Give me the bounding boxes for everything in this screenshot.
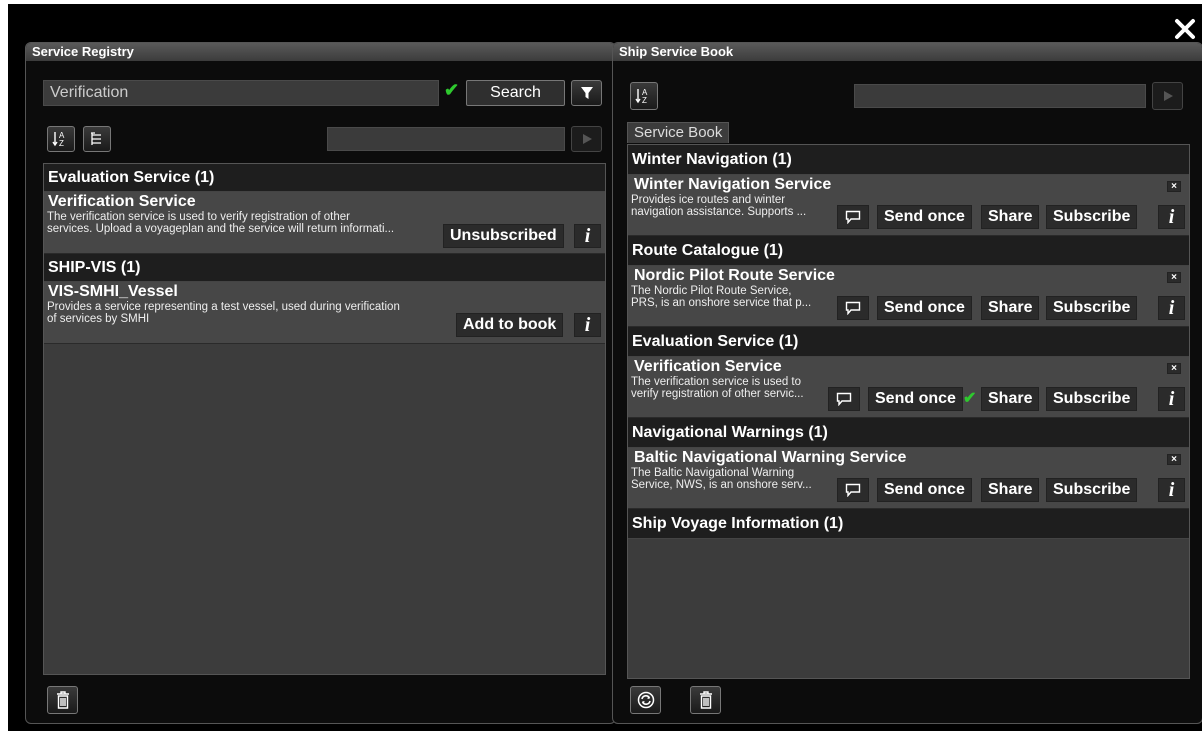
service-description-line: Provides a service representing a test v… [47, 301, 400, 313]
send-once-button[interactable]: Send once [868, 387, 963, 411]
share-button[interactable]: Share [981, 387, 1040, 411]
play-icon[interactable] [571, 126, 602, 152]
send-once-button[interactable]: Send once [877, 205, 972, 229]
info-icon[interactable]: i [574, 224, 601, 248]
group-header: SHIP-VIS (1) [44, 254, 605, 282]
search-input[interactable]: Verification [43, 80, 439, 106]
info-icon[interactable]: i [1158, 205, 1185, 229]
subscribe-button[interactable]: Subscribe [1046, 478, 1138, 502]
svg-text:Z: Z [59, 139, 64, 148]
service-title: Winter Navigation Service [634, 176, 832, 193]
tree-view-icon[interactable] [83, 126, 111, 152]
chat-bubble-icon[interactable] [828, 387, 860, 411]
filter-icon[interactable] [571, 80, 602, 106]
subscribe-button[interactable]: Subscribe [1046, 387, 1138, 411]
service-item[interactable]: Verification Service The verification se… [44, 192, 605, 254]
service-item[interactable]: Winter Navigation Service × Provides ice… [628, 175, 1189, 236]
remove-service-icon[interactable]: × [1167, 454, 1181, 465]
service-item[interactable]: Baltic Navigational Warning Service × Th… [628, 448, 1189, 509]
unsubscribed-button[interactable]: Unsubscribed [443, 224, 564, 248]
panel-title: Ship Service Book [613, 43, 1202, 61]
subscribe-button[interactable]: Subscribe [1046, 205, 1138, 229]
refresh-icon[interactable] [630, 686, 661, 714]
trash-icon[interactable] [690, 686, 721, 714]
remove-service-icon[interactable]: × [1167, 181, 1181, 192]
trash-icon[interactable] [47, 686, 78, 714]
service-item[interactable]: Verification Service × The verification … [628, 357, 1189, 418]
remove-service-icon[interactable]: × [1167, 363, 1181, 374]
info-icon[interactable]: i [574, 313, 601, 337]
group-header: Route Catalogue (1) [628, 236, 1189, 266]
filter-input[interactable] [327, 127, 565, 151]
ship-service-book-panel: Ship Service Book AZ Service Book Winter… [612, 42, 1202, 724]
share-button[interactable]: Share [981, 478, 1040, 502]
sort-az-icon[interactable]: AZ [630, 82, 658, 110]
group-header: Winter Navigation (1) [628, 145, 1189, 175]
close-icon[interactable] [1174, 18, 1196, 40]
share-button[interactable]: Share [981, 296, 1040, 320]
service-item[interactable]: VIS-SMHI_Vessel Provides a service repre… [44, 282, 605, 344]
info-icon[interactable]: i [1158, 387, 1185, 411]
sort-az-icon[interactable]: AZ [47, 126, 75, 152]
service-title: Nordic Pilot Route Service [634, 267, 835, 284]
share-button[interactable]: Share [981, 205, 1040, 229]
chat-bubble-icon[interactable] [837, 478, 869, 502]
chat-bubble-icon[interactable] [837, 296, 869, 320]
service-description-line: The verification service is used to veri… [47, 211, 350, 223]
service-title: Verification Service [48, 193, 196, 210]
panel-title: Service Registry [26, 43, 615, 61]
service-title: VIS-SMHI_Vessel [48, 283, 178, 300]
info-icon[interactable]: i [1158, 296, 1185, 320]
group-header: Evaluation Service (1) [628, 327, 1189, 357]
service-book-list: Winter Navigation (1) Winter Navigation … [627, 144, 1190, 679]
tab-service-book[interactable]: Service Book [627, 122, 730, 143]
service-title: Verification Service [634, 358, 782, 375]
subscribe-button[interactable]: Subscribe [1046, 296, 1138, 320]
service-title: Baltic Navigational Warning Service [634, 449, 907, 466]
filter-input[interactable] [854, 84, 1146, 108]
svg-text:Z: Z [642, 96, 647, 105]
add-to-book-button[interactable]: Add to book [456, 313, 564, 337]
send-once-button[interactable]: Send once [877, 296, 972, 320]
group-header: Evaluation Service (1) [44, 164, 605, 192]
search-button[interactable]: Search [466, 80, 565, 106]
play-icon[interactable] [1152, 82, 1183, 110]
checkmark-icon: ✔ [444, 80, 460, 100]
group-header: Navigational Warnings (1) [628, 418, 1189, 448]
send-once-button[interactable]: Send once [877, 478, 972, 502]
service-item[interactable]: Nordic Pilot Route Service × The Nordic … [628, 266, 1189, 327]
info-icon[interactable]: i [1158, 478, 1185, 502]
checkmark-icon: ✔ [963, 390, 977, 407]
remove-service-icon[interactable]: × [1167, 272, 1181, 283]
registry-list: Evaluation Service (1) Verification Serv… [43, 163, 606, 675]
group-header: Ship Voyage Information (1) [628, 509, 1189, 539]
service-registry-panel: Service Registry Verification ✔ Search A… [25, 42, 616, 724]
app-window: Service Registry Verification ✔ Search A… [8, 4, 1202, 731]
chat-bubble-icon[interactable] [837, 205, 869, 229]
